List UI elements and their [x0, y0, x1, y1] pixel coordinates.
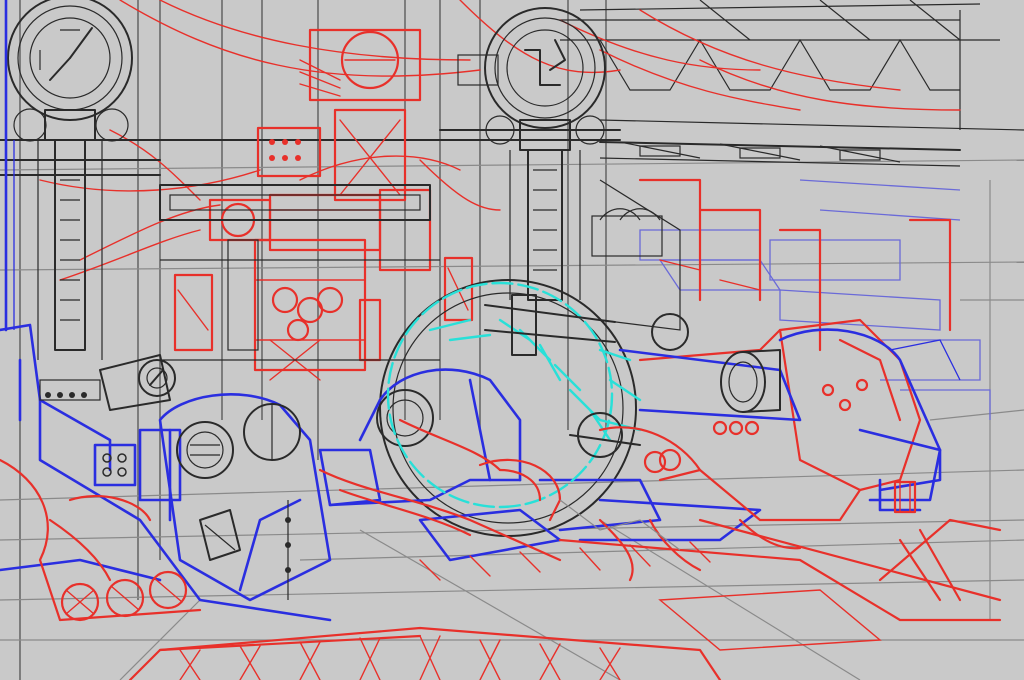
- left-gauge-tower: [0, 0, 161, 360]
- central-turbine: [318, 279, 762, 562]
- red-control-panel: [208, 28, 432, 381]
- right-cannon-machine: [618, 313, 961, 522]
- concept-sketch-canvas: [0, 0, 1024, 680]
- floor-rails: [128, 499, 1002, 680]
- left-frame-edge: [4, 0, 15, 332]
- industrial-machinery-sketch: [0, 0, 1024, 680]
- roof-truss: [560, 0, 1024, 167]
- background-shelving: [591, 178, 991, 420]
- middle-cabinet: [159, 184, 474, 361]
